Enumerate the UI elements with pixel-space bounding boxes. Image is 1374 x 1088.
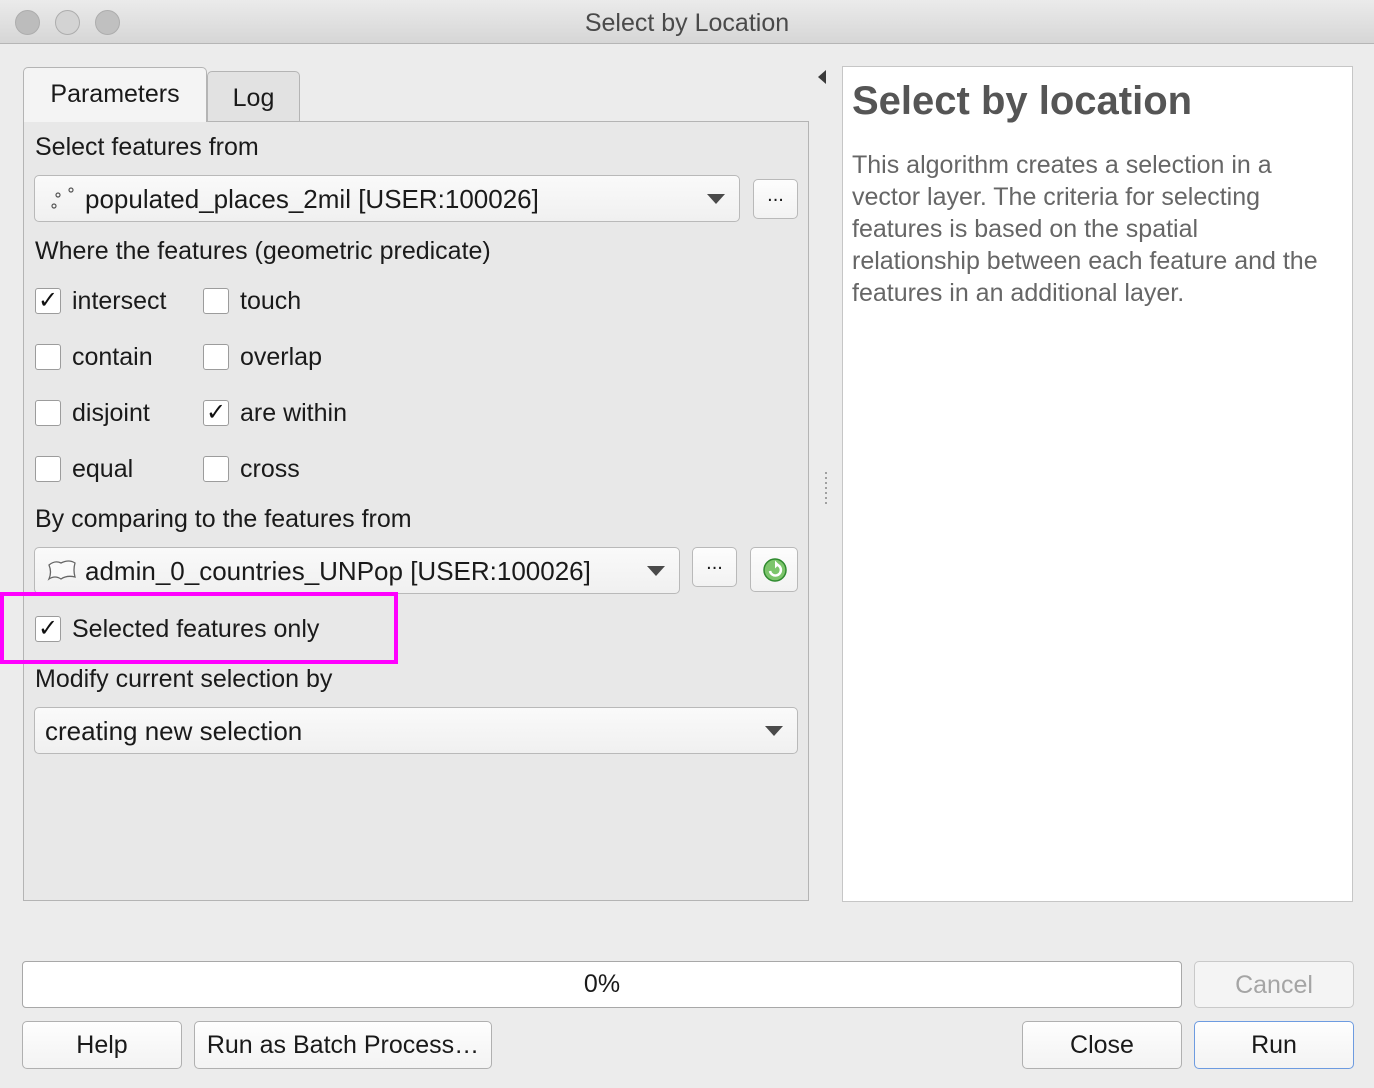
compare-layer-combobox[interactable]: admin_0_countries_UNPop [USER:100026] xyxy=(34,547,680,594)
modify-selection-combobox[interactable]: creating new selection xyxy=(34,707,798,754)
checkmark-icon: ✓ xyxy=(37,287,59,314)
refresh-icon xyxy=(761,556,789,593)
disjoint-label: disjoint xyxy=(72,399,150,427)
splitter-handle[interactable] xyxy=(825,472,827,506)
input-layer-value: populated_places_2mil [USER:100026] xyxy=(85,184,539,214)
input-layer-combobox[interactable]: populated_places_2mil [USER:100026] xyxy=(34,175,740,222)
help-title: Select by location xyxy=(852,79,1193,123)
modify-selection-value: creating new selection xyxy=(45,716,303,746)
are-within-checkbox[interactable]: ✓ xyxy=(203,400,229,426)
compare-layer-browse-button[interactable]: ... xyxy=(692,547,737,587)
compare-layer-value: admin_0_countries_UNPop [USER:100026] xyxy=(85,556,591,586)
chevron-down-icon xyxy=(765,726,783,736)
cross-label: cross xyxy=(240,455,300,483)
chevron-down-icon xyxy=(647,566,665,576)
help-button[interactable]: Help xyxy=(22,1021,182,1069)
contain-checkbox[interactable] xyxy=(35,344,61,370)
touch-checkbox[interactable] xyxy=(203,288,229,314)
window-title: Select by Location xyxy=(584,9,790,37)
touch-label: touch xyxy=(240,287,302,315)
cancel-button[interactable]: Cancel xyxy=(1194,961,1354,1008)
predicate-label: Where the features (geometric predicate) xyxy=(35,237,491,265)
help-panel: Select by location This algorithm create… xyxy=(842,66,1353,902)
iterate-button[interactable] xyxy=(750,547,798,592)
contain-label: contain xyxy=(72,343,153,371)
chevron-down-icon xyxy=(707,194,725,204)
progress-text: 0% xyxy=(583,970,621,998)
modify-selection-label: Modify current selection by xyxy=(35,665,333,693)
cross-checkbox[interactable] xyxy=(203,456,229,482)
input-layer-label: Select features from xyxy=(35,133,259,161)
highlight-box xyxy=(0,592,398,664)
collapse-help-icon[interactable] xyxy=(818,70,826,84)
equal-checkbox[interactable] xyxy=(35,456,61,482)
input-layer-browse-button[interactable]: ... xyxy=(753,179,798,219)
intersect-checkbox[interactable]: ✓ xyxy=(35,288,61,314)
checkmark-icon: ✓ xyxy=(205,399,227,426)
intersect-label: intersect xyxy=(72,287,167,315)
overlap-checkbox[interactable] xyxy=(203,344,229,370)
polygon-layer-icon xyxy=(45,557,79,585)
title-bar: Select by Location xyxy=(0,0,1374,44)
are-within-label: are within xyxy=(240,399,347,427)
run-button[interactable]: Run xyxy=(1194,1021,1354,1069)
equal-label: equal xyxy=(72,455,134,483)
tab-parameters[interactable]: Parameters xyxy=(23,67,207,122)
point-layer-icon xyxy=(49,184,79,214)
tab-log[interactable]: Log xyxy=(207,71,300,121)
disjoint-checkbox[interactable] xyxy=(35,400,61,426)
help-text: This algorithm creates a selection in a … xyxy=(852,151,1318,307)
run-as-batch-button[interactable]: Run as Batch Process… xyxy=(194,1021,492,1069)
progress-bar: 0% xyxy=(22,961,1182,1008)
compare-layer-label: By comparing to the features from xyxy=(35,505,412,533)
close-button[interactable]: Close xyxy=(1022,1021,1182,1069)
overlap-label: overlap xyxy=(240,343,322,371)
